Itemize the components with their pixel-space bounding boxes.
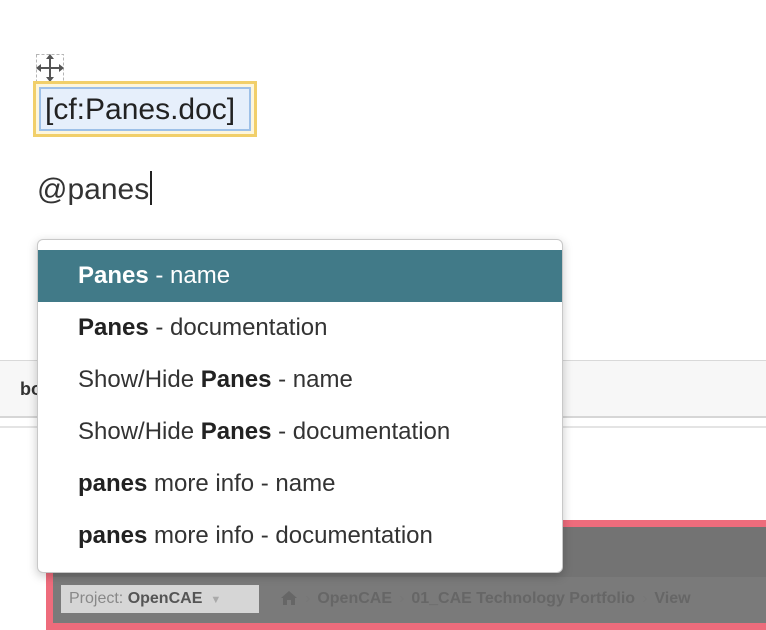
item-suffix: more info - name <box>147 470 336 497</box>
item-suffix: - documentation <box>148 314 328 341</box>
item-suffix: more info - documentation <box>147 522 433 549</box>
breadcrumb-separator: › <box>399 590 405 607</box>
item-suffix: - name <box>148 262 231 289</box>
autocomplete-item[interactable]: Show/Hide Panes - documentation <box>38 406 562 458</box>
autocomplete-dropdown: Panes - name Panes - documentation Show/… <box>37 239 563 573</box>
autocomplete-item[interactable]: panes more info - name <box>38 458 562 510</box>
item-match: panes <box>78 522 148 549</box>
item-match: Panes <box>78 314 149 341</box>
item-match: Panes <box>200 418 272 445</box>
item-match: panes <box>78 470 148 497</box>
home-icon[interactable] <box>280 588 298 616</box>
project-label: Project: <box>69 590 128 607</box>
breadcrumb-separator: › <box>305 590 311 607</box>
item-suffix: - name <box>271 366 353 393</box>
autocomplete-item[interactable]: Panes - name <box>38 250 562 302</box>
autocomplete-item[interactable]: panes more info - documentation <box>38 510 562 562</box>
breadcrumb-separator: › <box>642 590 648 607</box>
text-caret <box>150 171 153 205</box>
autocomplete-item[interactable]: Show/Hide Panes - name <box>38 354 562 406</box>
project-select[interactable]: Project: OpenCAE ▼ <box>61 585 259 613</box>
mention-text: @panes <box>37 173 150 206</box>
item-prefix: Show/Hide <box>78 366 201 393</box>
breadcrumb-item[interactable]: OpenCAE <box>317 590 392 607</box>
cross-reference-chip[interactable]: [cf:Panes.doc] <box>33 81 257 137</box>
breadcrumb-item[interactable]: View <box>654 590 690 607</box>
breadcrumb: › OpenCAE › 01_CAE Technology Portfolio › Vie… <box>280 585 691 613</box>
item-suffix: - documentation <box>271 418 451 445</box>
chevron-down-icon: ▼ <box>210 594 222 606</box>
breadcrumb-item[interactable]: 01_CAE Technology Portfolio <box>411 590 635 607</box>
item-prefix: Show/Hide <box>78 418 201 445</box>
move-arrows-icon[interactable] <box>35 53 65 83</box>
autocomplete-item[interactable]: Panes - documentation <box>38 302 562 354</box>
mention-input-line[interactable]: @panes <box>37 170 153 210</box>
project-value: OpenCAE <box>127 590 203 607</box>
item-match: Panes <box>78 262 149 289</box>
item-match: Panes <box>200 366 272 393</box>
cross-reference-text: [cf:Panes.doc] <box>39 87 251 131</box>
